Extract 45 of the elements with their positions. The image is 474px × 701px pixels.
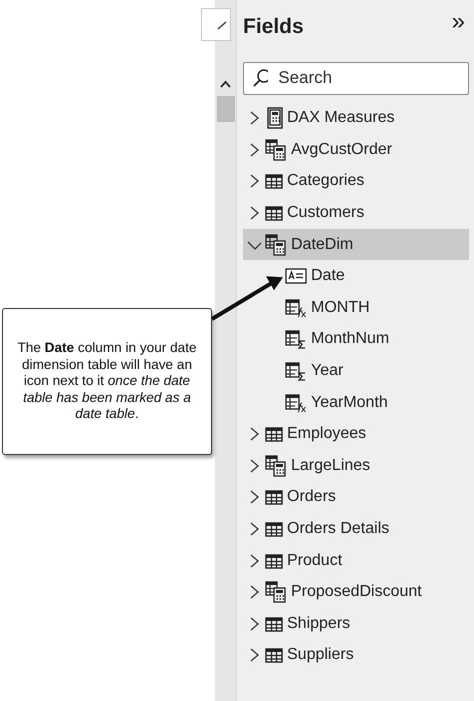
sum-column-icon [285,329,307,350]
field-row[interactable]: MonthNum [243,324,469,356]
table-calculator-icon [265,138,287,161]
table-row[interactable]: LargeLines [243,450,469,482]
search-field[interactable]: Search [243,62,469,94]
table-row[interactable]: AvgCustOrder [243,134,469,166]
table-calculator-icon [265,234,287,256]
table-calculator-icon [265,581,287,604]
search-icon [252,68,268,88]
date-field-icon [285,267,307,286]
calculated-column-icon [285,392,307,413]
table-row[interactable]: DateDim [243,228,469,260]
table-row[interactable]: ProposedDiscount [243,576,469,608]
scrollbar-thumb[interactable] [217,96,235,122]
table-row[interactable]: Suppliers [243,640,469,672]
caret-icon [216,19,228,31]
field-row[interactable]: MONTH [243,292,469,324]
collapse-button[interactable]: » [452,10,465,34]
table-icon [265,646,283,664]
table-icon [265,172,283,190]
table-row[interactable]: Categories [243,166,469,198]
table-row[interactable]: Orders Details [243,513,469,545]
search-input[interactable]: Search [276,64,460,92]
callout-note: The Date column in your date dimension table will have an icon next to it once the date table has been marked as a date table. [2,308,212,455]
field-row[interactable]: Year [243,355,469,387]
table-calculator-icon [265,454,287,477]
table-row[interactable]: Customers [243,197,469,229]
field-row[interactable]: YearMonth [243,386,469,418]
table-icon [265,204,283,222]
table-icon [265,520,283,538]
scroll-up-icon[interactable] [220,80,231,88]
table-row[interactable]: DAX Measures [243,102,469,134]
pane-title: Fields [243,14,304,40]
calculated-column-icon [285,298,307,318]
table-row[interactable]: Employees [243,418,469,450]
table-row[interactable]: Shippers [243,608,469,640]
table-icon [265,488,283,506]
table-icon [265,552,283,570]
field-row[interactable]: Date [243,260,469,292]
table-icon [265,614,283,633]
table-row[interactable]: Product [243,544,469,576]
calculator-icon [265,107,283,130]
sum-column-icon [285,361,307,382]
table-row[interactable]: Orders [243,482,469,514]
table-icon [265,425,283,444]
